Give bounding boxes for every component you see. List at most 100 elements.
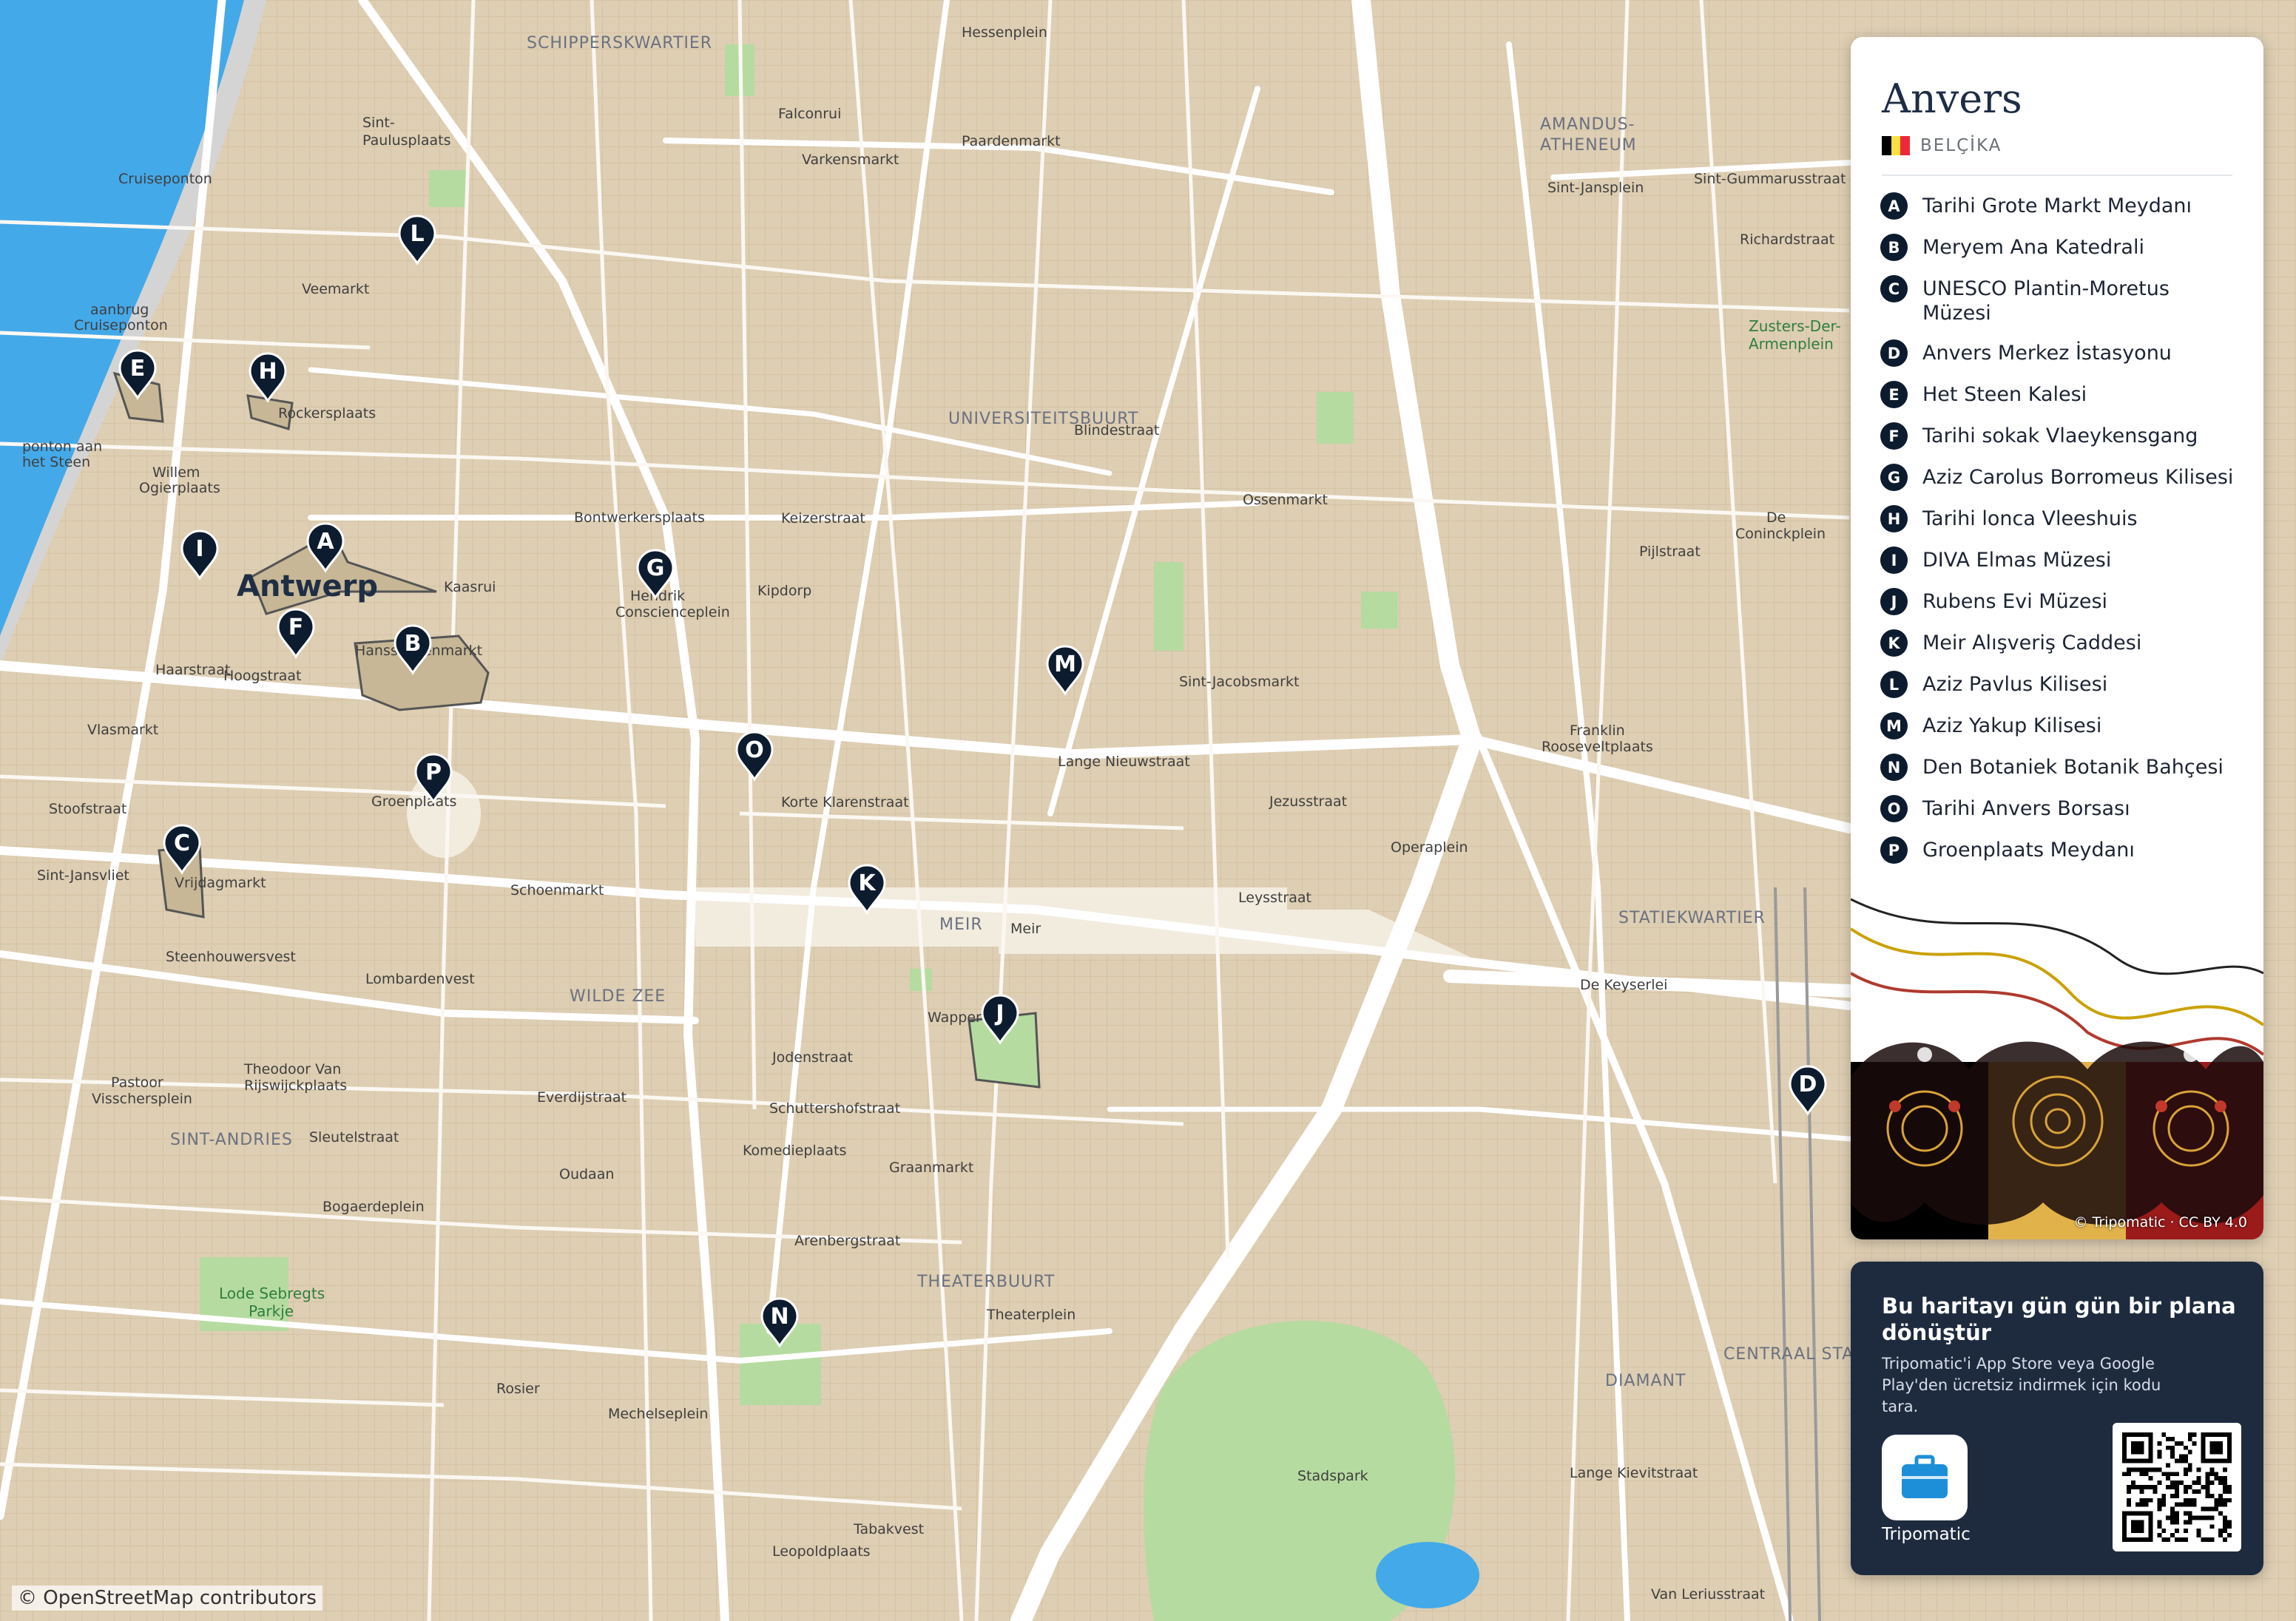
- svg-text:Van Leriusstraat: Van Leriusstraat: [1651, 1586, 1765, 1603]
- flag-stripe-yellow: [1891, 136, 1901, 155]
- flag-stripe-black: [1882, 136, 1891, 155]
- poi-name: Tarihi sokak Vlaeykensgang: [1922, 424, 2198, 447]
- poi-badge: J: [1880, 588, 1908, 615]
- poi-list: A Tarihi Grote Markt Meydanı B Meryem Ana K…: [1880, 192, 2243, 878]
- pin-letter: K: [858, 870, 877, 896]
- map-attribution[interactable]: © OpenStreetMap contributors: [12, 1586, 323, 1611]
- svg-text:Veemarkt: Veemarkt: [302, 281, 369, 297]
- pin-letter: I: [195, 536, 203, 562]
- poi-item-h[interactable]: H Tarihi lonca Vleeshuis: [1880, 505, 2243, 532]
- pin-letter: L: [410, 221, 424, 247]
- svg-text:Leopoldplaats: Leopoldplaats: [772, 1543, 871, 1560]
- poi-item-c[interactable]: C UNESCO Plantin-Moretus Müzesi: [1880, 275, 2243, 325]
- svg-text:Theodoor Van: Theodoor Van: [243, 1061, 341, 1077]
- svg-text:Rosier: Rosier: [496, 1381, 540, 1397]
- svg-text:Pastoor: Pastoor: [111, 1075, 163, 1091]
- svg-text:STATIEKWARTIER: STATIEKWARTIER: [1618, 909, 1766, 927]
- poi-badge: I: [1880, 546, 1908, 574]
- pin-letter: O: [745, 737, 764, 763]
- poi-name: Aziz Yakup Kilisesi: [1922, 714, 2102, 737]
- svg-text:Vrijdagmarkt: Vrijdagmarkt: [175, 875, 266, 891]
- svg-text:Stoofstraat: Stoofstraat: [49, 801, 126, 817]
- svg-text:Sint-Jacobsmarkt: Sint-Jacobsmarkt: [1179, 674, 1299, 690]
- poi-item-k[interactable]: K Meir Alışveriş Caddesi: [1880, 629, 2243, 657]
- pin-letter: F: [288, 615, 304, 640]
- poi-badge: L: [1880, 671, 1908, 698]
- poi-item-n[interactable]: N Den Botaniek Botanik Bahçesi: [1880, 754, 2243, 781]
- pin-letter: G: [646, 555, 665, 581]
- lace-decoration: [1851, 898, 2263, 1239]
- poi-name: Groenplaats Meydanı: [1922, 839, 2135, 862]
- poi-badge: F: [1880, 422, 1908, 450]
- pin-letter: M: [1054, 652, 1076, 677]
- svg-text:Rooseveltplaats: Rooseveltplaats: [1542, 739, 1653, 755]
- svg-text:Korte Klarenstraat: Korte Klarenstraat: [781, 794, 909, 810]
- svg-text:Visschersplein: Visschersplein: [92, 1091, 192, 1107]
- poi-name: Den Botaniek Botanik Bahçesi: [1922, 756, 2224, 779]
- svg-text:ponton aan: ponton aan: [22, 439, 102, 455]
- suitcase-icon[interactable]: [1882, 1435, 1968, 1520]
- poi-name: Anvers Merkez İstasyonu: [1922, 342, 2172, 365]
- city-title: Anvers: [1882, 75, 2022, 122]
- promo-text: Tripomatic'i App Store veya Google Play'…: [1882, 1355, 2161, 1415]
- poi-item-o[interactable]: O Tarihi Anvers Borsası: [1880, 795, 2243, 822]
- svg-text:Steenhouwersvest: Steenhouwersvest: [166, 949, 296, 965]
- svg-text:Sleutelstraat: Sleutelstraat: [309, 1129, 399, 1145]
- pin-letter: C: [174, 830, 190, 856]
- svg-text:Stadspark: Stadspark: [1297, 1468, 1368, 1484]
- pin-letter: B: [405, 631, 422, 657]
- poi-item-l[interactable]: L Aziz Pavlus Kilisesi: [1880, 671, 2243, 698]
- poi-item-d[interactable]: D Anvers Merkez İstasyonu: [1880, 339, 2243, 367]
- qr-code-icon[interactable]: [2113, 1423, 2241, 1551]
- svg-text:Komedieplaats: Komedieplaats: [743, 1143, 846, 1159]
- poi-item-g[interactable]: G Aziz Carolus Borromeus Kilisesi: [1880, 464, 2243, 491]
- svg-text:Kipdorp: Kipdorp: [757, 583, 811, 599]
- poi-name: Meir Alışveriş Caddesi: [1922, 632, 2142, 654]
- pin-letter: P: [425, 759, 442, 785]
- poi-badge: K: [1880, 629, 1908, 657]
- poi-item-p[interactable]: P Groenplaats Meydanı: [1880, 836, 2243, 864]
- sidebar-card: Anvers BELÇİKA A Tarihi Grote Markt Meyda…: [1851, 37, 2263, 1239]
- svg-text:Pijlstraat: Pijlstraat: [1639, 544, 1701, 560]
- poi-item-m[interactable]: M Aziz Yakup Kilisesi: [1880, 712, 2243, 740]
- poi-badge: O: [1880, 795, 1908, 822]
- poi-badge: B: [1880, 234, 1908, 261]
- svg-text:Rockersplaats: Rockersplaats: [278, 405, 376, 422]
- decoration-credit[interactable]: © Tripomatic · CC BY 4.0: [2073, 1214, 2247, 1231]
- poi-item-b[interactable]: B Meryem Ana Katedrali: [1880, 234, 2243, 261]
- poi-item-i[interactable]: I DIVA Elmas Müzesi: [1880, 546, 2243, 574]
- svg-text:De: De: [1766, 510, 1786, 526]
- svg-text:Sint-Gummarusstraat: Sint-Gummarusstraat: [1694, 171, 1846, 187]
- poi-item-a[interactable]: A Tarihi Grote Markt Meydanı: [1880, 192, 2243, 220]
- svg-text:Jezusstraat: Jezusstraat: [1269, 793, 1347, 810]
- svg-text:Ossenmarkt: Ossenmarkt: [1243, 492, 1328, 508]
- svg-text:Willem: Willem: [152, 464, 200, 481]
- svg-text:Theaterplein: Theaterplein: [986, 1307, 1076, 1323]
- poi-name: Het Steen Kalesi: [1922, 383, 2087, 406]
- belgium-flag-icon: [1882, 136, 1911, 155]
- svg-text:Wapper: Wapper: [928, 1009, 982, 1026]
- svg-text:Varkensmarkt: Varkensmarkt: [802, 152, 899, 168]
- svg-text:SINT-ANDRIES: SINT-ANDRIES: [170, 1131, 293, 1149]
- svg-text:Sint-Jansvliet: Sint-Jansvliet: [37, 867, 129, 884]
- svg-text:Schuttershofstraat: Schuttershofstraat: [769, 1100, 900, 1117]
- svg-text:Graanmarkt: Graanmarkt: [889, 1160, 973, 1176]
- poi-badge: G: [1880, 464, 1908, 491]
- svg-text:Tabakvest: Tabakvest: [853, 1521, 924, 1537]
- svg-text:WILDE ZEE: WILDE ZEE: [570, 987, 666, 1006]
- poi-name: Tarihi Anvers Borsası: [1922, 797, 2130, 820]
- poi-badge: D: [1880, 339, 1908, 367]
- pin-letter: E: [130, 356, 146, 382]
- svg-text:Leysstraat: Leysstraat: [1238, 890, 1311, 906]
- svg-text:SCHIPPERSKWARTIER: SCHIPPERSKWARTIER: [527, 34, 712, 53]
- poi-name: Tarihi Grote Markt Meydanı: [1922, 194, 2192, 217]
- poi-item-j[interactable]: J Rubens Evi Müzesi: [1880, 588, 2243, 615]
- svg-text:Rijswijckplaats: Rijswijckplaats: [244, 1077, 347, 1094]
- svg-text:Hessenplein: Hessenplein: [962, 24, 1047, 41]
- svg-text:Franklin: Franklin: [1570, 722, 1625, 739]
- svg-text:Lange Nieuwstraat: Lange Nieuwstraat: [1058, 754, 1190, 770]
- svg-text:ATHENEUM: ATHENEUM: [1540, 136, 1637, 155]
- poi-item-e[interactable]: E Het Steen Kalesi: [1880, 381, 2243, 408]
- poi-item-f[interactable]: F Tarihi sokak Vlaeykensgang: [1880, 422, 2243, 450]
- svg-text:Paardenmarkt: Paardenmarkt: [962, 133, 1061, 149]
